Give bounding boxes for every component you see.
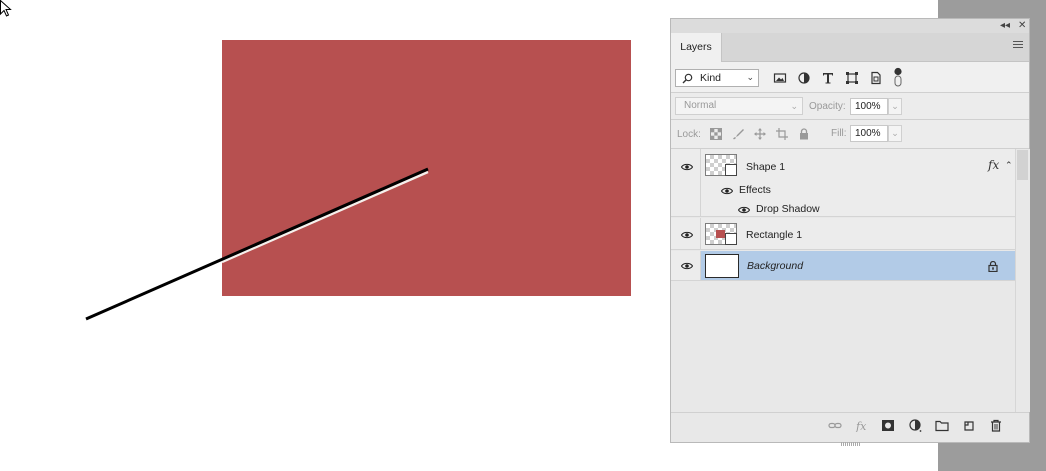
smart-object-filter-icon[interactable] bbox=[869, 71, 883, 85]
lock-all-icon[interactable] bbox=[798, 128, 810, 140]
layers-scrollbar[interactable] bbox=[1015, 149, 1030, 412]
link-layers-icon[interactable] bbox=[828, 419, 842, 432]
collapse-panel-icon[interactable]: ◂◂ bbox=[1000, 20, 1010, 32]
shape-layer-badge-icon bbox=[725, 164, 737, 176]
fill-label: Fill: bbox=[831, 128, 847, 139]
tab-layers-label: Layers bbox=[680, 41, 712, 53]
lock-artboard-icon[interactable] bbox=[776, 128, 788, 140]
blend-mode-value: Normal bbox=[684, 100, 717, 111]
svg-text:fx: fx bbox=[855, 420, 867, 432]
layer-thumbnail bbox=[705, 223, 737, 245]
drop-shadow-visibility-eye-icon[interactable] bbox=[738, 206, 750, 214]
blend-mode-select[interactable]: Normal ⌄ bbox=[675, 97, 803, 115]
fill-dropdown[interactable]: ⌄ bbox=[888, 125, 902, 142]
close-panel-icon[interactable]: ✕ bbox=[1018, 20, 1026, 32]
layer-name[interactable]: Background bbox=[747, 260, 803, 272]
panel-title-bar[interactable]: ◂◂ ✕ bbox=[671, 19, 1029, 33]
eye-column bbox=[671, 149, 701, 216]
rectangle-thumbnail-swatch bbox=[716, 230, 725, 238]
pixel-layer-filter-icon[interactable] bbox=[773, 71, 787, 85]
lock-row: Lock: Fill: 100% ⌄ bbox=[671, 120, 1029, 149]
layer-thumbnail bbox=[705, 254, 739, 278]
fx-icon[interactable]: fx bbox=[988, 158, 999, 172]
chevron-down-icon: ⌄ bbox=[790, 101, 798, 111]
fill-value: 100% bbox=[855, 128, 881, 139]
add-layer-style-icon[interactable]: fx bbox=[855, 419, 869, 432]
layer-row-shape-1[interactable]: Shape 1 fx ⌃ Effects Drop Shadow bbox=[671, 149, 1015, 217]
kind-filter-label: Kind bbox=[700, 72, 722, 84]
filter-toggle-switch[interactable] bbox=[894, 67, 902, 87]
shape-layer-badge-icon bbox=[725, 233, 737, 245]
layer-name[interactable]: Shape 1 bbox=[746, 161, 785, 173]
arrow-cursor-icon bbox=[0, 0, 12, 17]
opacity-input[interactable]: 100% bbox=[850, 98, 888, 115]
layer-row-background[interactable]: Background bbox=[671, 251, 1015, 281]
visibility-eye-icon[interactable] bbox=[681, 262, 693, 270]
visibility-eye-icon[interactable] bbox=[681, 163, 693, 171]
shape-layer-filter-icon[interactable] bbox=[845, 71, 859, 85]
collapse-effects-chevron-icon[interactable]: ⌃ bbox=[1005, 160, 1013, 171]
layer-thumbnail bbox=[705, 154, 737, 176]
panel-tab-row: Layers bbox=[671, 33, 1029, 62]
opacity-dropdown[interactable]: ⌄ bbox=[888, 98, 902, 115]
lock-transparent-pixels-icon[interactable] bbox=[710, 128, 722, 140]
add-layer-mask-icon[interactable] bbox=[881, 419, 895, 432]
lock-position-icon[interactable] bbox=[754, 128, 766, 140]
delete-layer-trash-icon[interactable] bbox=[989, 419, 1003, 432]
lock-icon bbox=[988, 261, 998, 272]
new-layer-icon[interactable] bbox=[962, 419, 976, 432]
effects-visibility-eye-icon[interactable] bbox=[721, 187, 733, 195]
new-group-folder-icon[interactable] bbox=[935, 419, 949, 432]
fill-input[interactable]: 100% bbox=[850, 125, 888, 142]
drop-shadow-effect-label[interactable]: Drop Shadow bbox=[756, 203, 820, 215]
type-layer-filter-icon[interactable] bbox=[821, 71, 835, 85]
layer-row-rectangle-1[interactable]: Rectangle 1 bbox=[671, 218, 1015, 250]
panel-menu-icon[interactable] bbox=[1013, 41, 1023, 49]
adjustment-layer-filter-icon[interactable] bbox=[797, 71, 811, 85]
filter-row: Kind ⌄ bbox=[671, 62, 1029, 93]
kind-filter-select[interactable]: Kind ⌄ bbox=[675, 69, 759, 87]
layers-list: Shape 1 fx ⌃ Effects Drop Shadow Rectang… bbox=[671, 149, 1015, 412]
panel-resize-grip[interactable] bbox=[841, 437, 861, 446]
new-adjustment-layer-icon[interactable] bbox=[909, 419, 923, 432]
blend-row: Normal ⌄ Opacity: 100% ⌄ bbox=[671, 93, 1029, 120]
layers-panel: ◂◂ ✕ Layers Kind ⌄ Normal ⌄ Opacity: 100%… bbox=[670, 18, 1030, 446]
lock-label: Lock: bbox=[677, 129, 701, 140]
chevron-down-icon: ⌄ bbox=[746, 72, 754, 82]
layers-panel-footer: fx bbox=[671, 412, 1029, 437]
search-icon bbox=[682, 73, 693, 84]
tab-layers[interactable]: Layers bbox=[671, 33, 722, 62]
layer-name[interactable]: Rectangle 1 bbox=[746, 229, 802, 241]
visibility-eye-icon[interactable] bbox=[681, 231, 693, 239]
opacity-value: 100% bbox=[855, 101, 881, 112]
effects-label: Effects bbox=[739, 184, 771, 196]
scrollbar-thumb[interactable] bbox=[1017, 150, 1028, 180]
lock-image-pixels-icon[interactable] bbox=[732, 128, 744, 140]
opacity-label: Opacity: bbox=[809, 101, 846, 112]
